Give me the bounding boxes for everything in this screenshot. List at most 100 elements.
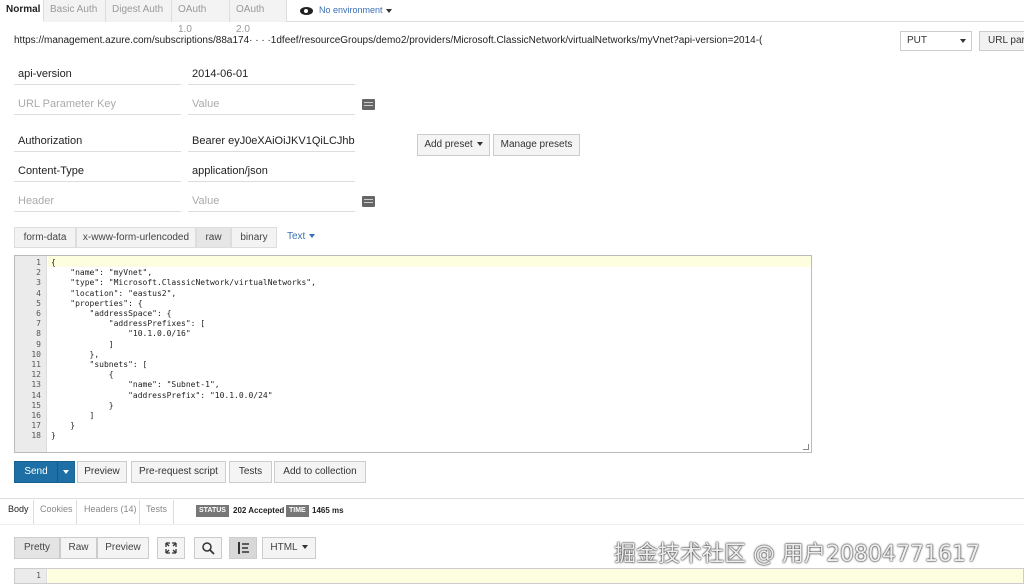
param-key-field[interactable]: api-version	[14, 63, 181, 85]
auth-tabs-bar: Normal Basic Auth Digest Auth OAuth 1.0 …	[0, 0, 1024, 35]
param-key-placeholder[interactable]: URL Parameter Key	[14, 93, 181, 115]
tab-normal[interactable]: Normal	[0, 0, 44, 22]
line-number: 7	[36, 319, 41, 329]
tab-response-cookies[interactable]: Cookies	[40, 504, 73, 514]
add-to-collection-button[interactable]: Add to collection	[274, 461, 366, 483]
tab-basic-auth[interactable]: Basic Auth	[44, 0, 106, 22]
send-button[interactable]: Send	[14, 461, 75, 483]
code-line: "addressPrefixes": [	[51, 319, 206, 329]
tab-binary[interactable]: binary	[231, 227, 277, 248]
line-number: 17	[31, 421, 41, 431]
line-number: 9	[36, 339, 41, 349]
body-editor[interactable]: 1 {2 "name": "myVnet", 3 "type": "Microsof…	[14, 255, 812, 453]
tab-response-body[interactable]: Body	[8, 504, 29, 514]
search-button[interactable]	[194, 537, 222, 559]
search-icon	[202, 542, 215, 555]
header-key-field[interactable]: Content-Type	[14, 160, 181, 182]
code-line: "location": "eastus2",	[51, 288, 177, 298]
chevron-down-icon	[385, 8, 392, 13]
body-type-label: Text	[287, 231, 306, 242]
header-value-field[interactable]: Bearer eyJ0eXAiOiJKV1QiLCJhbG	[188, 130, 355, 152]
wrap-icon	[238, 542, 249, 554]
tab-digest-auth[interactable]: Digest Auth	[106, 0, 172, 22]
resize-handle[interactable]	[803, 444, 809, 450]
code-line: }	[51, 431, 56, 441]
environment-selector[interactable]: No environment	[300, 2, 392, 18]
header-value-field[interactable]: application/json	[188, 160, 355, 182]
add-preset-button[interactable]: Add preset	[417, 134, 490, 156]
time-tag: TIME	[286, 505, 309, 517]
code-line: {	[51, 370, 114, 380]
tab-oauth2[interactable]: OAuth 2.0	[230, 0, 287, 35]
body-type-select[interactable]: Text	[287, 231, 316, 242]
eye-icon[interactable]	[300, 6, 313, 15]
edit-icon[interactable]	[362, 99, 375, 110]
chevron-down-icon	[301, 545, 308, 550]
header-key-placeholder[interactable]: Header	[14, 190, 181, 212]
chevron-down-icon	[960, 39, 966, 43]
method-select[interactable]: PUT	[900, 31, 972, 51]
line-number: 5	[36, 298, 41, 308]
send-options-toggle[interactable]	[57, 462, 74, 482]
code-line: "10.1.0.0/16"	[51, 329, 191, 339]
url-input[interactable]: https://management.azure.com/subscriptio…	[14, 31, 895, 51]
watermark: 掘金技术社区 @ 用户20804771617	[614, 542, 980, 567]
tab-urlencoded[interactable]: x-www-form-urlencoded	[76, 227, 196, 248]
divider	[76, 500, 77, 524]
method-label: PUT	[907, 35, 927, 46]
divider	[139, 500, 140, 524]
line-number: 11	[31, 360, 41, 369]
tab-oauth1[interactable]: OAuth 1.0	[172, 0, 230, 35]
preview-response-button[interactable]: Preview	[97, 537, 149, 559]
header-value-placeholder[interactable]: Value	[188, 190, 355, 212]
manage-presets-button[interactable]: Manage presets	[493, 134, 580, 156]
code-line: {	[51, 258, 56, 267]
line-number: 15	[31, 400, 41, 410]
raw-button[interactable]: Raw	[60, 537, 97, 559]
line-number: 2	[36, 268, 41, 278]
code-line: "type": "Microsoft.ClassicNetwork/virtua…	[51, 278, 316, 288]
preview-button[interactable]: Preview	[77, 461, 127, 483]
wrap-button[interactable]	[229, 537, 257, 559]
edit-icon[interactable]	[362, 196, 375, 207]
line-number: 4	[36, 288, 41, 298]
add-preset-label: Add preset	[424, 139, 473, 150]
chevron-down-icon	[476, 142, 483, 147]
tab-raw[interactable]: raw	[196, 227, 231, 248]
code-line: "name": "Subnet-1",	[51, 380, 220, 390]
format-label: HTML	[270, 542, 298, 553]
time-value: 1465 ms	[312, 506, 344, 515]
line-number: 10	[31, 349, 41, 359]
expand-button[interactable]	[157, 537, 185, 559]
tab-response-tests[interactable]: Tests	[146, 504, 167, 514]
code-line: "addressPrefix": "10.1.0.0/24"	[51, 390, 273, 400]
line-number: 12	[31, 370, 41, 380]
code-line: }	[51, 400, 114, 410]
tab-response-headers[interactable]: Headers (14)	[84, 504, 137, 514]
tab-form-data[interactable]: form-data	[14, 227, 76, 248]
pretty-button[interactable]: Pretty	[14, 537, 60, 559]
prerequest-script-button[interactable]: Pre-request script	[131, 461, 226, 483]
response-editor[interactable]: 1	[14, 568, 1024, 584]
line-number: 6	[36, 309, 41, 318]
tests-button[interactable]: Tests	[229, 461, 272, 483]
code-line: "properties": {	[51, 298, 143, 308]
code-line: ]	[51, 411, 95, 420]
code-line: ]	[51, 339, 114, 349]
url-params-button[interactable]: URL par	[979, 31, 1024, 51]
line-number: 8	[36, 329, 41, 339]
chevron-down-icon	[309, 234, 316, 239]
param-value-field[interactable]: 2014-06-01	[188, 63, 355, 85]
line-number: 1	[36, 571, 41, 580]
code-line: }	[51, 421, 76, 431]
divider	[173, 500, 174, 524]
expand-icon	[165, 542, 177, 554]
line-number: 16	[31, 411, 41, 420]
environment-label: No environment	[319, 5, 383, 15]
code-line: "addressSpace": {	[51, 309, 172, 318]
line-number: 14	[31, 390, 41, 400]
line-number: 13	[31, 380, 41, 390]
format-select[interactable]: HTML	[262, 537, 316, 559]
param-value-placeholder[interactable]: Value	[188, 93, 355, 115]
header-key-field[interactable]: Authorization	[14, 130, 181, 152]
